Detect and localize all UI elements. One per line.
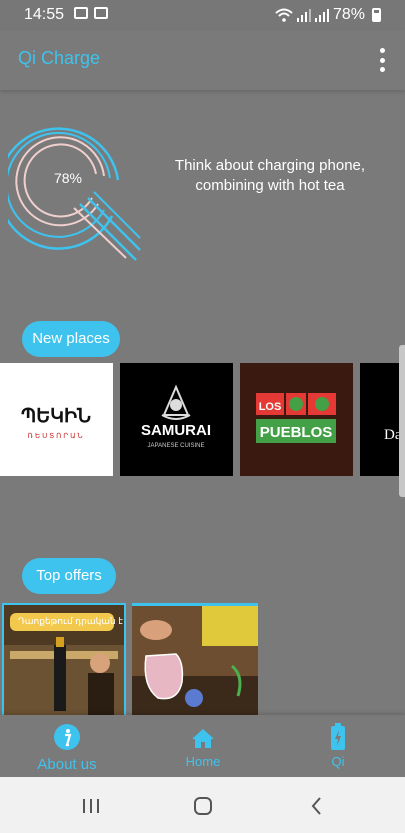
offer-banner-text: Դաոքեթում դրական է xyxy=(18,616,123,626)
los-pueblos-logo-text-top: LOS xyxy=(259,401,282,413)
nav-home[interactable]: Home xyxy=(168,715,238,777)
status-time: 14:55 xyxy=(24,6,65,23)
top-offers-button[interactable]: Top offers xyxy=(22,558,116,594)
battery-percent: 78% xyxy=(332,6,365,23)
place-card-samurai[interactable]: SAMURAI JAPANESE CUISINE xyxy=(120,363,233,476)
overflow-menu-icon[interactable] xyxy=(377,48,387,72)
offer-card-bar[interactable]: Դաոքեթում դրական է xyxy=(2,603,126,719)
qi-logo-icon xyxy=(8,127,141,261)
samurai-logo-subtext: JAPANESE CUISINE xyxy=(148,443,205,449)
signal-icon xyxy=(314,8,329,22)
back-icon[interactable] xyxy=(306,795,328,817)
los-pueblos-logo-text-bottom: PUEBLOS xyxy=(260,424,333,441)
hero-tagline: Think about charging phone, combining wi… xyxy=(174,157,366,194)
signal-icon xyxy=(296,8,311,22)
nav-qi-label: Qi xyxy=(331,754,345,769)
cast-icon xyxy=(94,7,108,19)
notification-icons xyxy=(74,7,108,19)
pekin-logo-text: ՊԵԿԻՆ xyxy=(21,406,91,427)
home-button-icon[interactable] xyxy=(192,795,214,817)
recent-apps-icon[interactable] xyxy=(80,795,102,817)
wifi-icon xyxy=(275,8,293,22)
nav-qi[interactable]: Qi xyxy=(308,715,368,777)
los-pueblos-logo: LOS PUEBLOS xyxy=(256,393,336,443)
battery-charging-icon xyxy=(331,723,345,750)
nav-home-label: Home xyxy=(185,754,221,769)
nav-about-us[interactable]: About us xyxy=(22,715,112,777)
info-icon xyxy=(54,724,80,750)
pekin-logo: ՊԵԿԻՆ ՌԵՍՏՈՐԱՆ xyxy=(21,406,91,440)
home-icon xyxy=(192,729,214,748)
system-nav-bar xyxy=(0,777,405,833)
samurai-logo: SAMURAI JAPANESE CUISINE xyxy=(141,384,211,449)
nav-about-us-label: About us xyxy=(37,756,97,773)
samurai-logo-text: SAMURAI xyxy=(141,422,211,439)
app-bar: Qi Charge xyxy=(0,30,405,90)
place-card-los-pueblos[interactable]: LOS PUEBLOS xyxy=(240,363,353,476)
image-icon xyxy=(74,7,88,19)
new-places-button[interactable]: New places xyxy=(22,321,120,357)
offer-card-drinks[interactable] xyxy=(132,603,258,719)
offer-drinks-image xyxy=(132,606,258,719)
app-title: Qi Charge xyxy=(18,48,101,68)
samurai-helmet-icon xyxy=(161,384,191,420)
place-card-pekin[interactable]: ՊԵԿԻՆ ՌԵՍՏՈՐԱՆ xyxy=(0,363,113,476)
status-bar: 14:55 78% xyxy=(0,0,405,30)
status-right: 78% xyxy=(275,6,381,24)
battery-icon xyxy=(372,8,381,22)
pekin-logo-subtext: ՌԵՍՏՈՐԱՆ xyxy=(27,432,84,440)
charge-percent: 78% xyxy=(53,170,83,186)
bottom-nav: About us Home Qi xyxy=(0,715,405,777)
scrollbar-handle[interactable] xyxy=(399,345,405,497)
